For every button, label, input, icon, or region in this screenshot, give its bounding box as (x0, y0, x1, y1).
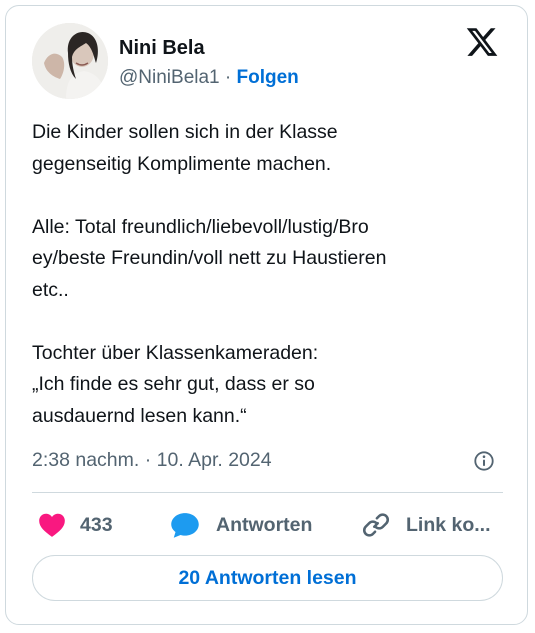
timestamp-row: 2:38 nachm. · 10. Apr. 2024 (32, 446, 503, 474)
tweet-card: Nini Bela @NiniBela1 · Folgen Die Kinder… (5, 5, 528, 625)
reply-button[interactable]: Antworten (170, 509, 312, 541)
avatar[interactable] (32, 23, 108, 99)
reply-label: Antworten (216, 513, 313, 536)
divider (32, 492, 503, 493)
link-icon (362, 513, 390, 537)
read-replies-button[interactable]: 20 Antworten lesen (32, 555, 503, 601)
speech-bubble-icon (171, 513, 199, 538)
info-icon[interactable] (473, 450, 495, 472)
display-name[interactable]: Nini Bela (119, 36, 299, 60)
x-logo-icon[interactable] (465, 25, 499, 59)
heart-icon (39, 513, 65, 537)
avatar-photo (32, 23, 108, 99)
tweet-header: Nini Bela @NiniBela1 · Folgen (32, 23, 503, 103)
copy-link-button[interactable]: Link ko... (362, 509, 491, 541)
like-count: 433 (80, 513, 113, 536)
user-info: Nini Bela @NiniBela1 · Folgen (119, 36, 299, 90)
follow-button[interactable]: Folgen (237, 67, 299, 88)
handle-separator: · (219, 67, 237, 88)
copy-link-label: Link ko... (406, 513, 491, 536)
read-replies-label: 20 Antworten lesen (178, 566, 357, 589)
tweet-text: Die Kinder sollen sich in der Klasse geg… (32, 121, 387, 427)
action-bar: 433 Antworten Link ko... (32, 509, 503, 541)
user-handle[interactable]: @NiniBela1 (119, 67, 220, 88)
tweet-timestamp[interactable]: 2:38 nachm. · 10. Apr. 2024 (32, 449, 272, 471)
handle-row: @NiniBela1 · Folgen (119, 66, 299, 90)
like-button[interactable]: 433 (38, 509, 113, 541)
